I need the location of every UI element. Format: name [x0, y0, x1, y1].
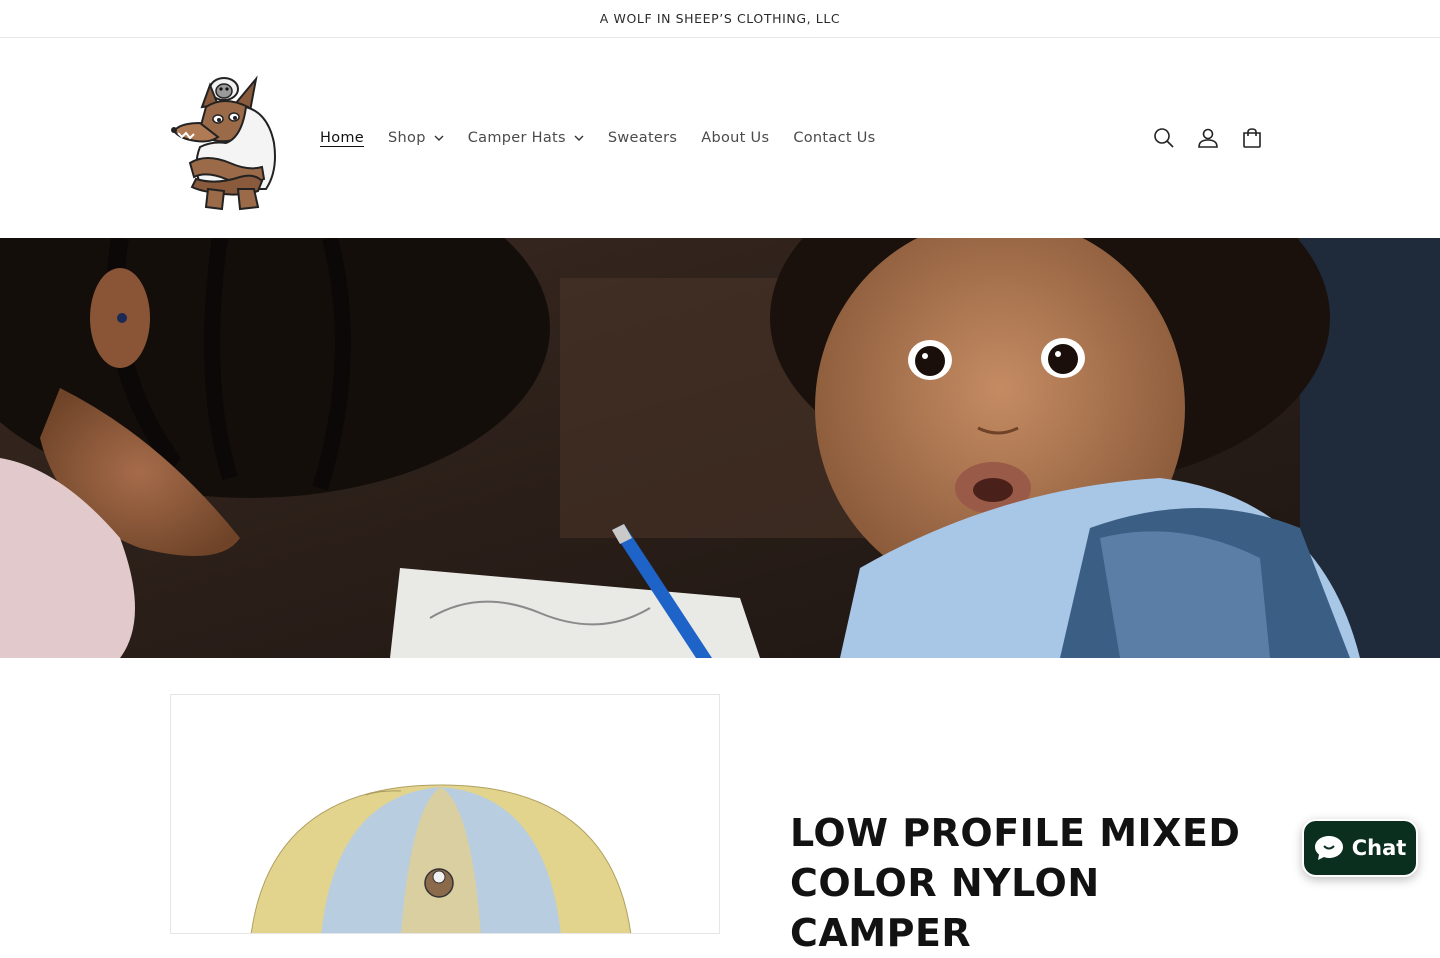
hero-image — [0, 238, 1440, 658]
site-header: Home Shop Camper Hats Sweaters About Us … — [0, 39, 1440, 238]
nav-camper-hats[interactable]: Camper Hats — [456, 130, 596, 146]
announcement-bar: A WOLF IN SHEEP’S CLOTHING, LLC — [0, 0, 1440, 38]
nav-contact-us[interactable]: Contact Us — [781, 130, 887, 146]
search-icon[interactable] — [1142, 116, 1186, 160]
chat-bubble-icon — [1314, 836, 1343, 860]
cart-icon[interactable] — [1230, 116, 1274, 160]
chat-label: Chat — [1351, 836, 1407, 860]
nav-camper-hats-label: Camper Hats — [467, 130, 566, 146]
header-icons — [1142, 116, 1274, 160]
nav-about-us-label: About Us — [701, 130, 770, 146]
product-title: LOW PROFILE MIXED COLOR NYLON CAMPER — [790, 811, 1241, 955]
product-image[interactable] — [170, 694, 720, 934]
nav-shop-label: Shop — [388, 130, 426, 146]
chevron-down-icon — [574, 135, 584, 141]
chat-button[interactable]: Chat — [1302, 819, 1418, 877]
wolf-sheep-logo[interactable] — [166, 67, 284, 213]
nav-shop[interactable]: Shop — [376, 130, 456, 146]
chevron-down-icon — [434, 135, 444, 141]
main-nav: Home Shop Camper Hats Sweaters About Us … — [308, 123, 888, 153]
nav-sweaters[interactable]: Sweaters — [596, 130, 689, 146]
account-icon[interactable] — [1186, 116, 1230, 160]
nav-contact-us-label: Contact Us — [793, 130, 876, 146]
nav-home[interactable]: Home — [308, 130, 376, 146]
nav-sweaters-label: Sweaters — [607, 130, 678, 146]
nav-about-us[interactable]: About Us — [689, 130, 781, 146]
announcement-text: A WOLF IN SHEEP’S CLOTHING, LLC — [599, 11, 841, 26]
nav-home-label: Home — [320, 130, 365, 146]
